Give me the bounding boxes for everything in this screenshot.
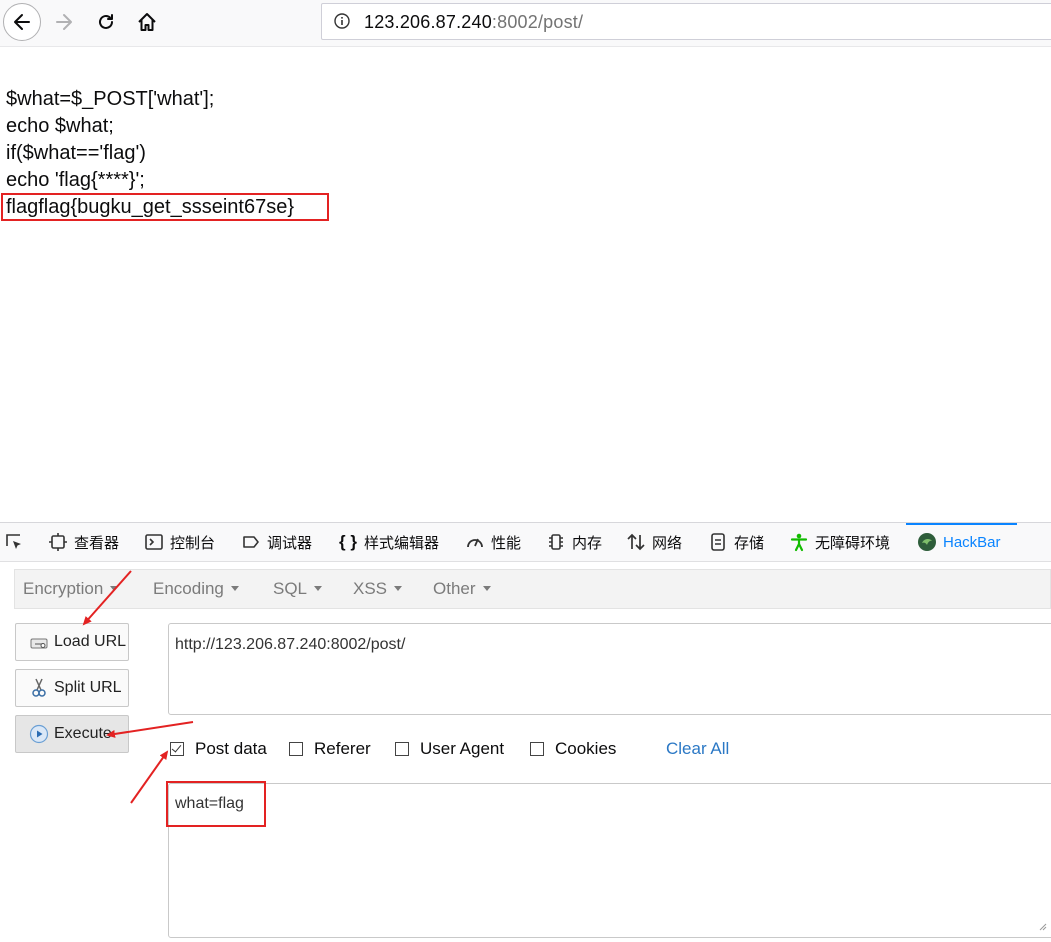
tab-network[interactable]: 网络 xyxy=(626,523,682,561)
code-line: echo $what; xyxy=(6,115,114,137)
url-textarea[interactable]: http://123.206.87.240:8002/post/ xyxy=(168,623,1051,715)
console-icon xyxy=(144,532,164,552)
menu-label: SQL xyxy=(273,579,308,598)
performance-icon xyxy=(465,532,485,552)
style-editor-icon: { } xyxy=(339,532,357,551)
tab-label: 控制台 xyxy=(170,534,216,552)
tab-memory[interactable]: 内存 xyxy=(546,523,602,561)
reload-icon xyxy=(99,14,113,29)
annotation-highlight-box xyxy=(1,193,329,221)
debugger-icon xyxy=(241,532,261,552)
devtools-panel: 查看器 控制台 调试器 { } 样式编辑器 性能 内存 网络 存储 无障碍环境 … xyxy=(0,522,1051,942)
tab-hackbar[interactable]: HackBar xyxy=(917,523,1001,561)
caret-down-icon xyxy=(110,586,119,591)
option-label: User Agent xyxy=(420,739,505,758)
tab-inspector[interactable]: 查看器 xyxy=(48,523,119,561)
cookies-option[interactable]: Cookies xyxy=(530,739,616,759)
menu-label: Encoding xyxy=(153,579,224,598)
url-path: :8002/post/ xyxy=(491,12,584,32)
menu-sql[interactable]: SQL xyxy=(273,579,323,599)
split-url-button[interactable]: Split URL xyxy=(15,669,129,707)
button-label: Split URL xyxy=(54,679,122,696)
play-icon xyxy=(28,723,50,745)
memory-icon xyxy=(546,532,566,552)
hackbar-icon xyxy=(917,532,937,552)
code-line: $what=$_POST['what']; xyxy=(6,88,215,110)
tab-label: 性能 xyxy=(491,534,522,552)
browser-toolbar: 123.206.87.240:8002/post/ xyxy=(0,0,1051,47)
tab-storage[interactable]: 存储 xyxy=(708,523,764,561)
menu-encryption[interactable]: Encryption xyxy=(23,579,119,599)
devtools-tabbar: 查看器 控制台 调试器 { } 样式编辑器 性能 内存 网络 存储 无障碍环境 … xyxy=(0,523,1051,562)
url-host: 123.206.87.240 xyxy=(364,12,492,32)
execute-button[interactable]: Execute xyxy=(15,715,129,753)
option-label: Post data xyxy=(195,739,267,758)
post-data-textarea[interactable]: what=flag xyxy=(168,783,1051,938)
inspector-icon xyxy=(48,532,68,552)
option-label: Referer xyxy=(314,739,371,758)
menu-other[interactable]: Other xyxy=(433,579,491,599)
tab-debugger[interactable]: 调试器 xyxy=(241,523,312,561)
home-button[interactable] xyxy=(129,4,165,40)
tab-performance[interactable]: 性能 xyxy=(465,523,521,561)
tab-console[interactable]: 控制台 xyxy=(144,523,215,561)
referer-checkbox[interactable] xyxy=(289,742,303,756)
user-agent-checkbox[interactable] xyxy=(395,742,409,756)
annotation-highlight-box xyxy=(166,781,266,827)
caret-down-icon xyxy=(230,586,239,591)
menu-xss[interactable]: XSS xyxy=(353,579,403,599)
hackbar-menubar: Encryption Encoding SQL XSS Other xyxy=(14,569,1051,609)
menu-label: Other xyxy=(433,579,476,598)
tab-style-editor[interactable]: { } 样式编辑器 xyxy=(338,523,439,561)
menu-label: XSS xyxy=(353,579,388,598)
resize-grip-icon[interactable] xyxy=(1037,921,1047,931)
back-button[interactable] xyxy=(3,3,41,41)
code-line: if($what=='flag') xyxy=(6,142,146,164)
element-picker-icon xyxy=(4,532,24,552)
forward-button[interactable] xyxy=(46,4,82,40)
home-icon xyxy=(138,13,156,31)
reload-button[interactable] xyxy=(88,4,124,40)
tab-label: 存储 xyxy=(734,534,765,552)
code-line: echo 'flag{****}'; xyxy=(6,169,145,191)
flag-output: flagflag{bugku_get_ssseint67se} xyxy=(1,193,329,221)
load-url-icon xyxy=(28,631,50,653)
arrow-right-icon xyxy=(56,14,72,30)
arrow-left-icon xyxy=(14,14,30,30)
tab-label: 查看器 xyxy=(74,534,120,552)
url-text: 123.206.87.240:8002/post/ xyxy=(364,12,583,33)
menu-label: Encryption xyxy=(23,579,104,598)
info-icon[interactable] xyxy=(334,13,350,29)
cookies-checkbox[interactable] xyxy=(530,742,544,756)
tab-label: 内存 xyxy=(572,534,603,552)
address-bar[interactable]: 123.206.87.240:8002/post/ xyxy=(321,3,1051,40)
tab-label: HackBar xyxy=(943,533,1001,551)
element-picker-button[interactable] xyxy=(4,523,30,561)
user-agent-option[interactable]: User Agent xyxy=(395,739,504,759)
load-url-button[interactable]: Load URL xyxy=(15,623,129,661)
menu-encoding[interactable]: Encoding xyxy=(153,579,239,599)
tab-label: 样式编辑器 xyxy=(364,534,440,552)
tab-label: 无障碍环境 xyxy=(815,534,891,552)
clear-all-link[interactable]: Clear All xyxy=(666,739,729,759)
tab-label: 调试器 xyxy=(267,534,313,552)
caret-down-icon xyxy=(394,586,403,591)
scissors-icon xyxy=(28,677,50,699)
caret-down-icon xyxy=(314,586,323,591)
button-label: Execute xyxy=(54,725,112,742)
tab-accessibility[interactable]: 无障碍环境 xyxy=(789,523,890,561)
post-data-option[interactable]: Post data xyxy=(170,739,267,759)
referer-option[interactable]: Referer xyxy=(289,739,371,759)
button-label: Load URL xyxy=(54,633,127,650)
storage-icon xyxy=(708,532,728,552)
post-data-checkbox[interactable] xyxy=(170,742,184,756)
network-icon xyxy=(626,532,646,552)
option-label: Cookies xyxy=(555,739,617,758)
tab-label: 网络 xyxy=(652,534,683,552)
url-textarea-value: http://123.206.87.240:8002/post/ xyxy=(175,636,406,653)
accessibility-icon xyxy=(789,532,809,552)
page-content: $what=$_POST['what']; echo $what; if($wh… xyxy=(1,86,329,221)
caret-down-icon xyxy=(482,586,491,591)
